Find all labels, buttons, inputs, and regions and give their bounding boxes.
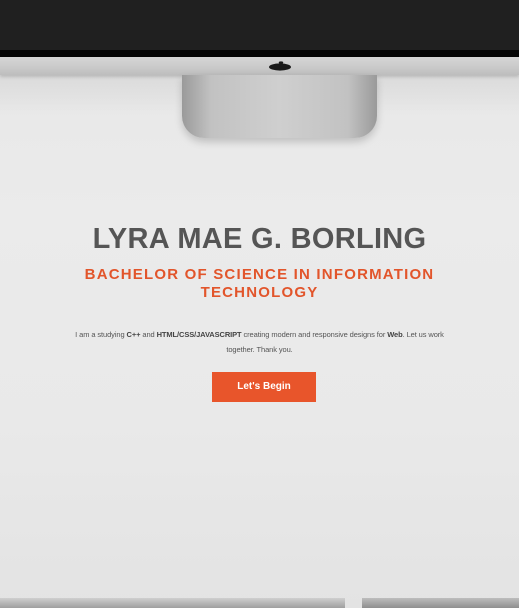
monitor-base-right: [362, 598, 519, 608]
hero-section: LYRA MAE G. BORLING BACHELOR OF SCIENCE …: [0, 218, 519, 357]
monitor-stand: [182, 75, 377, 138]
intro-highlight: C++: [126, 330, 141, 339]
hero-intro: I am a studying C++ and HTML/CSS/JAVASCR…: [70, 327, 450, 357]
monitor-base-left: [0, 598, 345, 608]
monitor-chin: [0, 57, 519, 75]
hero-degree: BACHELOR OF SCIENCE IN INFORMATION TECHN…: [84, 266, 435, 301]
page: LYRA MAE G. BORLING BACHELOR OF SCIENCE …: [0, 0, 519, 608]
monitor-bezel-edge: [0, 50, 519, 57]
apple-logo-icon: [269, 61, 291, 71]
lets-begin-button[interactable]: Let's Begin: [212, 372, 316, 402]
monitor-bezel: [0, 0, 519, 50]
intro-segment: creating modern and responsive designs f…: [241, 330, 388, 339]
intro-highlight: Web: [387, 330, 403, 339]
intro-segment: and: [140, 330, 157, 339]
intro-highlight: HTML/CSS/JAVASCRIPT: [156, 330, 242, 339]
hero-name: LYRA MAE G. BORLING: [92, 223, 427, 255]
intro-segment: I am a studying: [75, 330, 127, 339]
